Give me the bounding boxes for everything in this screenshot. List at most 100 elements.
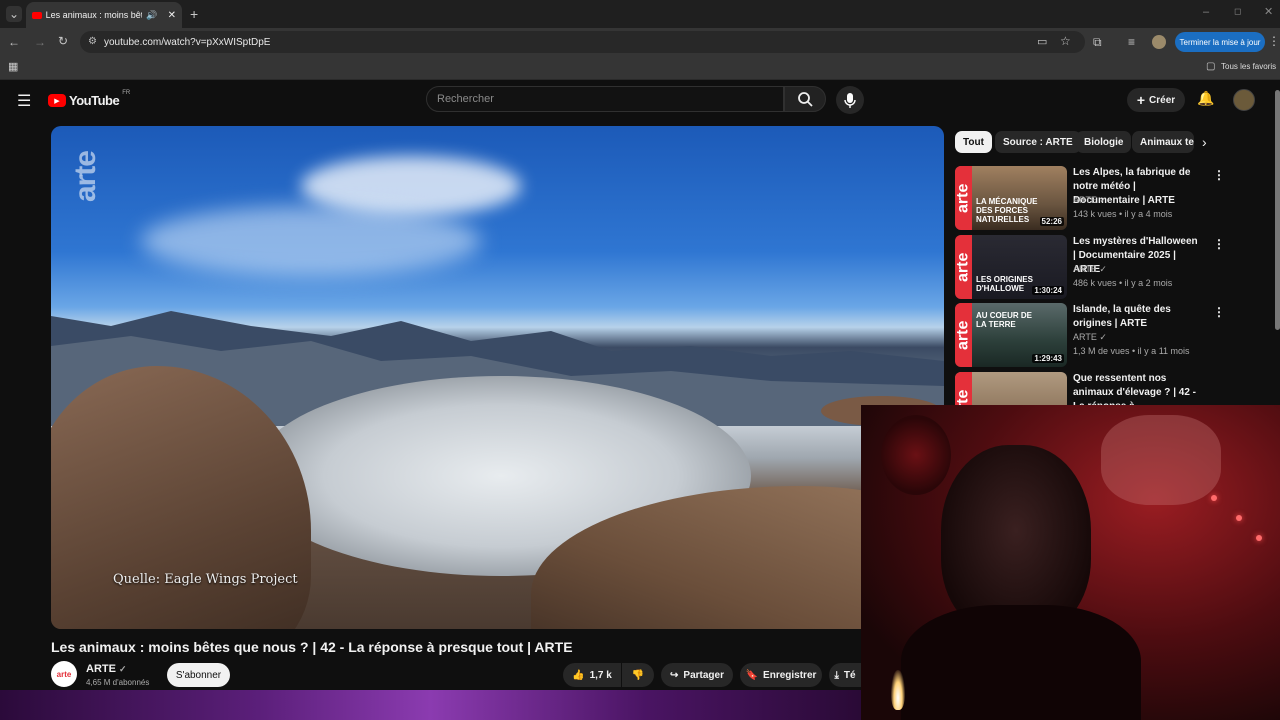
duration-badge: 52:26	[1039, 217, 1064, 226]
recommendation-item[interactable]: arte Que ressentent nos animaux d'élevag…	[955, 372, 1210, 405]
channel-name[interactable]: ARTE ✓	[1073, 264, 1107, 275]
video-title[interactable]: Que ressentent nos animaux d'élevage ? |…	[1073, 372, 1203, 405]
like-button[interactable]: 👍 1,7 k	[563, 663, 621, 687]
thumbs-up-icon: 👍	[572, 669, 585, 681]
bookmark-star-icon[interactable]: ☆	[1060, 34, 1071, 48]
close-tab-icon[interactable]: ✕	[168, 10, 176, 21]
region-code: FR	[122, 90, 131, 96]
url-text: youtube.com/watch?v=pXxWISptDpE	[104, 36, 271, 48]
more-options-icon[interactable]: ⋮	[1213, 305, 1225, 319]
update-button[interactable]: Terminer la mise à jour	[1175, 32, 1265, 52]
webcam-overlay	[861, 405, 1280, 720]
search-button[interactable]	[784, 86, 826, 112]
youtube-logo-text: YouTube	[69, 93, 120, 108]
channel-name-main[interactable]: ARTE ✓	[86, 663, 127, 675]
youtube-play-icon: ▶	[48, 94, 66, 107]
browser-tab[interactable]: Les animaux : moins bêtes que 🔊 ✕	[26, 2, 182, 28]
minimize-icon[interactable]: –	[1203, 6, 1209, 18]
verified-icon: ✓	[119, 664, 127, 674]
video-thumbnail[interactable]: arte La mécanique des forces naturelles …	[955, 166, 1067, 230]
channel-label: ARTE	[1073, 332, 1097, 342]
duration-badge: 1:30:24	[1032, 286, 1064, 295]
search-icon	[798, 92, 813, 107]
more-options-icon[interactable]: ⋮	[1213, 168, 1225, 182]
recommendation-item[interactable]: arte Les origines d'Hallowe 1:30:24 Les …	[955, 235, 1225, 299]
share-button[interactable]: ↪ Partager	[661, 663, 733, 687]
youtube-logo[interactable]: ▶ YouTube FR	[48, 90, 131, 108]
plus-icon: +	[1136, 92, 1146, 108]
arte-logo: arte	[955, 166, 972, 230]
close-window-icon[interactable]: ✕	[1264, 5, 1273, 18]
create-label: Créer	[1149, 94, 1176, 106]
tab-list-icon[interactable]: ⌄	[6, 6, 22, 22]
dislike-button[interactable]: 👎	[622, 663, 654, 687]
maximize-icon[interactable]: ◻	[1234, 6, 1241, 17]
url-bar[interactable]: ⚙ youtube.com/watch?v=pXxWISptDpE ▭ ☆	[80, 31, 1085, 53]
forward-icon[interactable]: →	[34, 35, 46, 49]
chip-source-arte[interactable]: Source : ARTE	[995, 131, 1081, 153]
string-light	[1211, 495, 1217, 501]
apps-grid-icon[interactable]: ▦	[8, 60, 18, 73]
video-player[interactable]: arte Quelle: Eagle Wings Project	[51, 126, 944, 629]
profile-avatar-icon[interactable]	[1152, 35, 1166, 49]
extensions-icon[interactable]: ⧉	[1093, 35, 1102, 50]
cloud	[141, 206, 481, 276]
thumbnail-text: La mécanique des forces naturelles	[976, 197, 1038, 224]
save-label: Enregistrer	[763, 669, 817, 681]
site-info-icon[interactable]: ⚙	[88, 36, 97, 47]
page-scrollbar[interactable]	[1275, 90, 1280, 330]
all-bookmarks-label[interactable]: Tous les favoris	[1221, 62, 1276, 71]
create-button[interactable]: + Créer	[1127, 88, 1185, 112]
channel-avatar[interactable]: arte	[51, 661, 77, 687]
browser-menu-icon[interactable]: ⋮	[1268, 34, 1280, 48]
voice-search-button[interactable]	[836, 86, 864, 114]
more-options-icon[interactable]: ⋮	[1213, 237, 1225, 251]
duration-badge: 1:29:43	[1032, 354, 1064, 363]
media-controls-icon[interactable]: ≡	[1128, 35, 1135, 49]
search-placeholder: Rechercher	[437, 93, 494, 105]
video-thumbnail[interactable]: arte Au coeur de la terre 1:29:43	[955, 303, 1067, 367]
chip-biology[interactable]: Biologie	[1076, 131, 1132, 153]
recommendation-item[interactable]: arte La mécanique des forces naturelles …	[955, 166, 1225, 230]
subscribe-button[interactable]: S'abonner	[167, 663, 230, 687]
channel-name[interactable]: ARTE ✓	[1073, 195, 1107, 206]
chevron-right-icon[interactable]: ›	[1202, 134, 1207, 150]
arte-logo: arte	[955, 372, 972, 405]
arte-avatar-icon: arte	[56, 669, 72, 679]
video-meta: 143 k vues • il y a 4 mois	[1073, 209, 1173, 219]
string-light	[1256, 535, 1262, 541]
channel-name[interactable]: ARTE ✓	[1073, 332, 1107, 343]
save-button[interactable]: 🔖 Enregistrer	[740, 663, 822, 687]
like-count: 1,7 k	[589, 669, 612, 681]
thumbs-down-icon: 👎	[631, 669, 645, 681]
chip-all[interactable]: Tout	[955, 131, 992, 153]
download-icon: ⤓	[834, 669, 839, 681]
folder-icon: ▢	[1206, 61, 1216, 72]
youtube-favicon-icon	[32, 11, 42, 19]
string-light	[1236, 515, 1242, 521]
tab-title: Les animaux : moins bêtes que	[45, 10, 143, 20]
background-figure	[1101, 415, 1221, 505]
subscriber-count: 4,65 M d'abonnés	[86, 678, 150, 687]
download-button[interactable]: ⤓ Té	[829, 663, 861, 687]
notifications-bell-icon[interactable]: 🔔	[1197, 90, 1214, 107]
channel-label: ARTE	[86, 663, 116, 675]
reload-icon[interactable]: ↻	[58, 34, 68, 48]
cast-icon[interactable]: ▭	[1037, 35, 1047, 48]
new-tab-icon[interactable]: +	[190, 6, 198, 22]
search-input[interactable]: Rechercher	[426, 86, 784, 112]
account-avatar[interactable]	[1233, 89, 1255, 111]
video-thumbnail[interactable]: arte	[955, 372, 1067, 405]
recommendation-item[interactable]: arte Au coeur de la terre 1:29:43 Island…	[955, 303, 1225, 367]
video-thumbnail[interactable]: arte Les origines d'Hallowe 1:30:24	[955, 235, 1067, 299]
hamburger-menu-icon[interactable]: ☰	[17, 91, 31, 111]
video-meta: 1,3 M de vues • il y a 11 mois	[1073, 346, 1190, 356]
video-title[interactable]: Islande, la quête des origines | ARTE	[1073, 303, 1203, 331]
streamer-overlay-strip	[0, 690, 861, 720]
speaker-icon[interactable]: 🔊	[146, 10, 157, 21]
chip-animals[interactable]: Animaux te	[1132, 131, 1194, 153]
verified-icon: ✓	[1099, 332, 1107, 342]
download-label: Té	[843, 669, 856, 681]
thumbnail-text: Au coeur de la terre	[976, 311, 1033, 329]
back-icon[interactable]: ←	[8, 35, 20, 49]
